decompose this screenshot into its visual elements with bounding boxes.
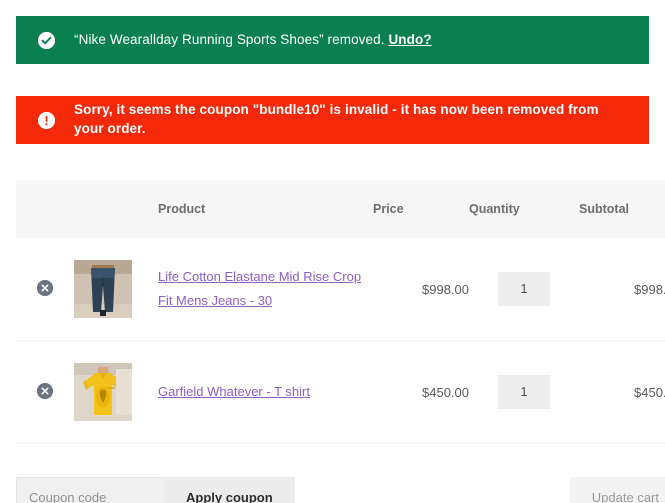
cell-subtotal: $998.00 xyxy=(579,238,665,341)
cell-remove xyxy=(16,238,74,341)
success-notice: “Nike Wearallday Running Sports Shoes” r… xyxy=(16,16,649,64)
column-header-quantity: Quantity xyxy=(469,180,579,238)
check-circle-icon xyxy=(38,31,55,49)
remove-circle-icon[interactable] xyxy=(37,382,53,399)
column-header-thumbnail xyxy=(74,180,158,238)
cell-product-name: Life Cotton Elastane Mid Rise Crop Fit M… xyxy=(158,238,373,341)
undo-link[interactable]: Undo? xyxy=(388,32,431,47)
column-header-remove xyxy=(16,180,74,238)
cart-actions: Apply coupon Update cart xyxy=(16,466,665,503)
cell-thumbnail xyxy=(74,238,158,341)
remove-circle-icon[interactable] xyxy=(37,279,53,296)
column-header-price: Price xyxy=(373,180,469,238)
cart-header-row: Product Price Quantity Subtotal xyxy=(16,180,665,238)
success-notice-text: “Nike Wearallday Running Sports Shoes” r… xyxy=(74,31,432,50)
cell-price: $998.00 xyxy=(373,238,469,341)
tshirt-thumbnail[interactable] xyxy=(74,363,132,421)
update-cart-button[interactable]: Update cart xyxy=(569,477,665,503)
quantity-input[interactable] xyxy=(498,375,550,409)
column-header-subtotal: Subtotal xyxy=(579,180,665,238)
coupon-input[interactable] xyxy=(16,477,164,503)
cell-subtotal: $450.00 xyxy=(579,340,665,444)
table-row: Garfield Whatever - T shirt $450.00 $450… xyxy=(16,340,665,444)
error-notice-text: Sorry, it seems the coupon "bundle10" is… xyxy=(74,102,599,136)
cell-thumbnail xyxy=(74,340,158,444)
cart-table-body: Life Cotton Elastane Mid Rise Crop Fit M… xyxy=(16,238,665,503)
cell-remove xyxy=(16,340,74,444)
product-link[interactable]: Garfield Whatever - T shirt xyxy=(158,384,310,399)
cell-quantity xyxy=(469,340,579,444)
apply-coupon-button[interactable]: Apply coupon xyxy=(164,477,295,503)
cell-quantity xyxy=(469,238,579,341)
table-row: Life Cotton Elastane Mid Rise Crop Fit M… xyxy=(16,238,665,341)
cart-actions-row: Apply coupon Update cart xyxy=(16,443,665,503)
cart-table-head: Product Price Quantity Subtotal xyxy=(16,180,665,238)
cell-cart-actions: Apply coupon Update cart xyxy=(16,443,665,503)
column-header-product: Product xyxy=(158,180,373,238)
alert-circle-icon xyxy=(38,111,55,129)
error-notice: Sorry, it seems the coupon "bundle10" is… xyxy=(16,96,649,144)
success-notice-message: “Nike Wearallday Running Sports Shoes” r… xyxy=(74,31,389,47)
jeans-thumbnail[interactable] xyxy=(74,260,132,318)
cart-table: Product Price Quantity Subtotal Life Cot… xyxy=(16,180,665,503)
quantity-input[interactable] xyxy=(498,272,550,306)
product-link[interactable]: Life Cotton Elastane Mid Rise Crop Fit M… xyxy=(158,269,361,308)
cell-product-name: Garfield Whatever - T shirt xyxy=(158,340,373,444)
coupon-group: Apply coupon xyxy=(16,477,295,503)
cart-page: “Nike Wearallday Running Sports Shoes” r… xyxy=(0,0,665,503)
cell-price: $450.00 xyxy=(373,340,469,444)
